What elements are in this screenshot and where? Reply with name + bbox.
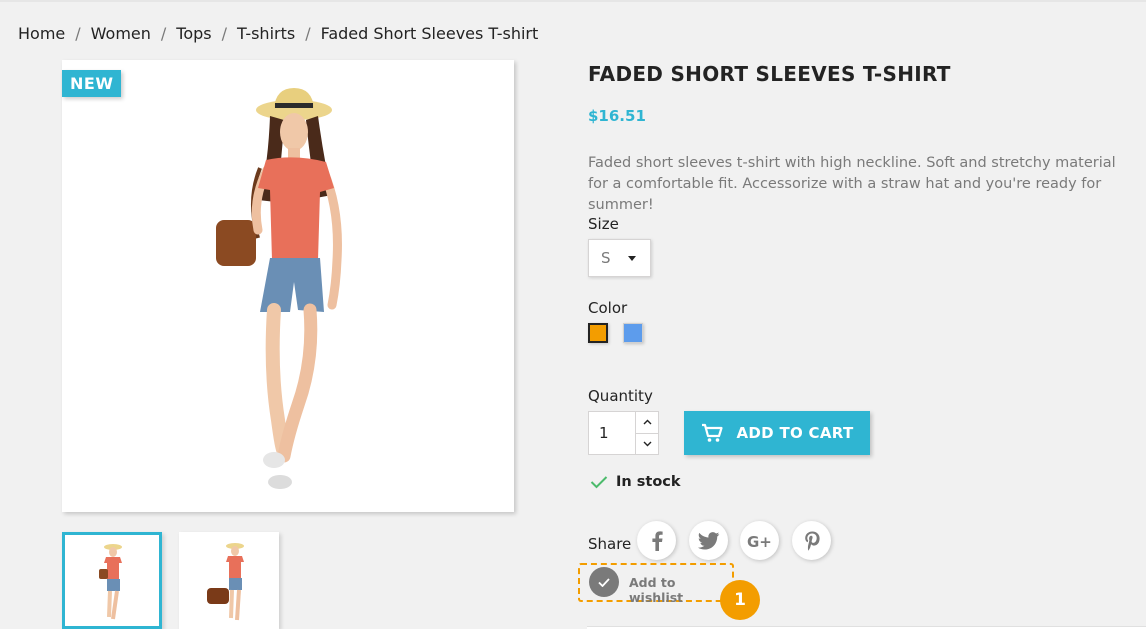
- thumbnail-2[interactable]: [179, 532, 279, 629]
- shopping-cart-icon: [701, 423, 723, 442]
- breadcrumb: Home / Women / Tops / T-shirts / Faded S…: [18, 24, 538, 43]
- breadcrumb-separator: /: [305, 24, 311, 43]
- new-badge: NEW: [62, 70, 122, 97]
- color-label: Color: [588, 299, 628, 317]
- size-label: Size: [588, 215, 619, 233]
- add-to-cart-button[interactable]: ADD TO CART: [684, 411, 870, 455]
- quantity-label: Quantity: [588, 387, 653, 405]
- quantity-stepper: [588, 411, 659, 455]
- color-swatch-orange[interactable]: [588, 323, 608, 343]
- google-plus-icon: G+: [747, 533, 772, 549]
- breadcrumb-tshirts[interactable]: T-shirts: [237, 24, 295, 43]
- facebook-icon: [651, 530, 663, 551]
- product-description: Faded short sleeves t-shirt with high ne…: [588, 155, 1116, 213]
- twitter-icon: [697, 531, 719, 550]
- svg-text:G+: G+: [747, 533, 772, 549]
- thumbnail-model-illustration: [207, 543, 244, 621]
- quantity-increase-button[interactable]: [636, 412, 658, 433]
- model-illustration: [216, 88, 342, 489]
- product-main-image[interactable]: NEW: [62, 60, 514, 512]
- share-pinterest-button[interactable]: [792, 521, 831, 560]
- share-label: Share: [588, 535, 632, 553]
- breadcrumb-separator: /: [160, 24, 167, 43]
- wishlist-label: Add to wishlist: [629, 575, 684, 605]
- top-divider: [0, 0, 1146, 2]
- add-to-wishlist-button[interactable]: Add to wishlist: [578, 563, 734, 605]
- breadcrumb-home[interactable]: Home: [18, 24, 65, 43]
- product-price: $16.51: [588, 107, 646, 125]
- breadcrumb-separator: /: [221, 24, 228, 43]
- breadcrumb-women[interactable]: Women: [91, 24, 151, 43]
- breadcrumb-current[interactable]: Faded Short Sleeves T-shirt: [321, 24, 539, 43]
- quantity-input[interactable]: [589, 412, 635, 454]
- color-swatch-blue[interactable]: [623, 323, 643, 343]
- share-facebook-button[interactable]: [637, 521, 676, 560]
- product-title: FADED SHORT SLEEVES T-SHIRT: [588, 62, 951, 86]
- breadcrumb-tops[interactable]: Tops: [176, 24, 211, 43]
- check-icon: [590, 476, 608, 489]
- stock-status-text: In stock: [616, 474, 681, 490]
- breadcrumb-separator: /: [75, 24, 81, 43]
- chevron-up-icon: [643, 419, 651, 425]
- stock-status: In stock: [590, 474, 681, 490]
- thumbnail-1[interactable]: [62, 532, 162, 629]
- share-twitter-button[interactable]: [689, 521, 728, 560]
- size-selected-value: S: [601, 249, 611, 267]
- quantity-spinner: [635, 412, 658, 454]
- share-google-plus-button[interactable]: G+: [740, 521, 779, 560]
- size-select[interactable]: S: [588, 239, 651, 277]
- quantity-decrease-button[interactable]: [636, 432, 658, 455]
- pinterest-icon: [804, 531, 820, 550]
- add-to-cart-label: ADD TO CART: [736, 424, 854, 442]
- chevron-down-icon: [628, 256, 636, 261]
- thumbnail-model-illustration: [99, 544, 122, 620]
- wishlist-check-icon: [589, 567, 619, 597]
- step-number-badge: 1: [720, 580, 760, 620]
- chevron-down-icon: [643, 441, 651, 447]
